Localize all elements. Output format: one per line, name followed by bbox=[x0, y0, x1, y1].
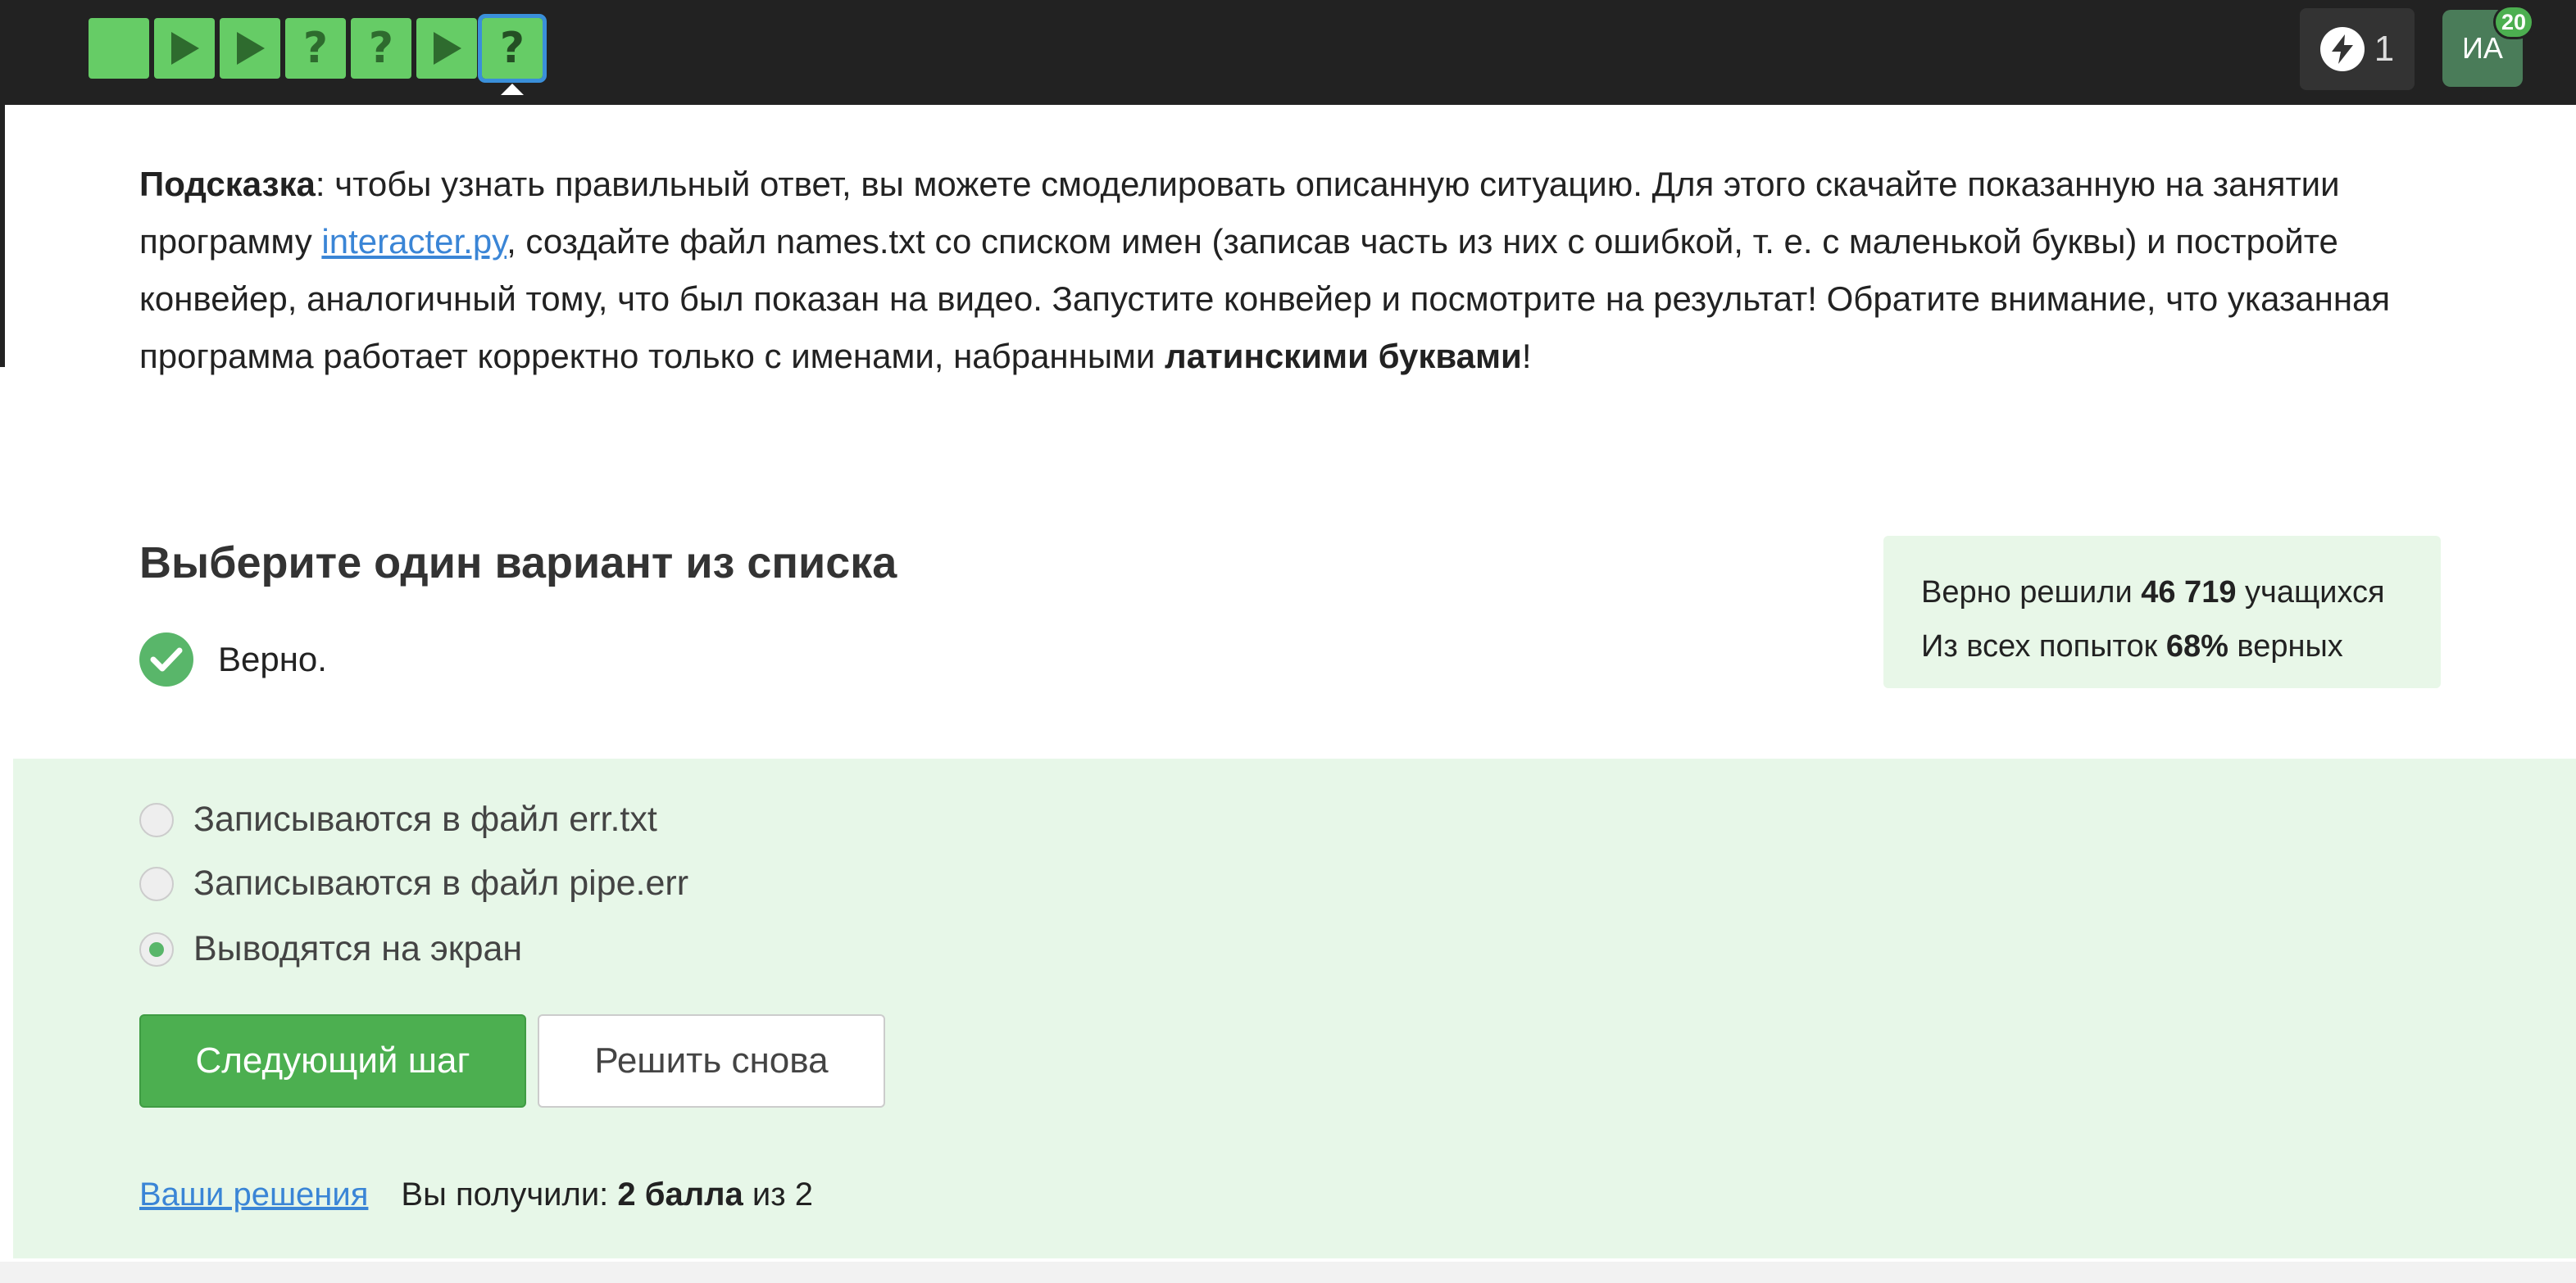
avatar-initials: ИА bbox=[2462, 31, 2503, 65]
option-screen[interactable]: Выводятся на экран bbox=[139, 929, 522, 969]
hint-paragraph: Подсказка: чтобы узнать правильный ответ… bbox=[139, 156, 2459, 385]
stats-solved-prefix: Верно решили bbox=[1921, 575, 2142, 610]
step-3-button[interactable] bbox=[220, 18, 280, 79]
interacter-link[interactable]: interacter.py bbox=[321, 222, 507, 261]
question-icon: ? bbox=[499, 24, 525, 73]
lesson-steps: ? ? ? bbox=[89, 14, 547, 95]
hint-bold-end: латинскими буквами bbox=[1165, 337, 1522, 375]
step-7-button-current[interactable]: ? bbox=[478, 14, 547, 95]
radio-button-checked[interactable] bbox=[139, 932, 174, 967]
next-step-button[interactable]: Следующий шаг bbox=[139, 1014, 526, 1108]
stats-box: Верно решили 46 719 учащихся Из всех поп… bbox=[1883, 536, 2441, 688]
score-suffix: из 2 bbox=[743, 1176, 813, 1213]
energy-count: 1 bbox=[2374, 29, 2395, 69]
play-icon bbox=[234, 30, 266, 66]
option-label: Записываются в файл pipe.err bbox=[193, 864, 689, 903]
lightning-icon bbox=[2319, 27, 2365, 71]
score-text: Вы получили: 2 балла из 2 bbox=[401, 1176, 813, 1213]
hint-label: Подсказка bbox=[139, 165, 316, 203]
option-err-txt[interactable]: Записываются в файл err.txt bbox=[139, 800, 657, 840]
stats-attempts-prefix: Из всех попыток bbox=[1921, 629, 2166, 664]
stats-attempts-suffix: верных bbox=[2228, 629, 2343, 664]
your-solutions-link[interactable]: Ваши решения bbox=[139, 1176, 368, 1213]
notification-badge: 20 bbox=[2493, 5, 2534, 39]
current-step-pointer bbox=[501, 84, 524, 95]
question-icon: ? bbox=[302, 24, 329, 73]
question-title: Выберите один вариант из списка bbox=[139, 538, 897, 587]
result-text: Верно. bbox=[218, 640, 327, 678]
energy-counter[interactable]: 1 bbox=[2300, 8, 2415, 90]
question-icon: ? bbox=[368, 24, 394, 73]
option-pipe-err[interactable]: Записываются в файл pipe.err bbox=[139, 864, 688, 904]
step-1-button[interactable] bbox=[89, 18, 149, 79]
stats-solved-line: Верно решили 46 719 учащихся bbox=[1921, 565, 2441, 619]
hint-text-3: ! bbox=[1521, 337, 1532, 375]
result-row: Верно. bbox=[139, 632, 327, 687]
step-5-button[interactable]: ? bbox=[351, 18, 411, 79]
check-icon bbox=[139, 632, 193, 687]
score-value: 2 балла bbox=[617, 1176, 743, 1213]
score-prefix: Вы получили: bbox=[401, 1176, 618, 1213]
stats-solved-suffix: учащихся bbox=[2236, 575, 2385, 610]
top-navigation-bar: ? ? ? 1 ИА 20 bbox=[0, 0, 2576, 105]
step-2-button[interactable] bbox=[154, 18, 215, 79]
play-icon bbox=[430, 30, 463, 66]
solve-again-button[interactable]: Решить снова bbox=[538, 1014, 885, 1108]
stats-attempts-line: Из всех попыток 68% верных bbox=[1921, 619, 2441, 673]
step-4-button[interactable]: ? bbox=[285, 18, 346, 79]
submission-footer: Ваши решения Вы получили: 2 балла из 2 bbox=[139, 1176, 813, 1213]
stats-solved-value: 46 719 bbox=[2141, 575, 2237, 610]
stats-attempts-value: 68% bbox=[2165, 629, 2228, 664]
step-6-button[interactable] bbox=[416, 18, 477, 79]
bottom-strip bbox=[0, 1262, 2576, 1283]
left-rail bbox=[0, 105, 5, 367]
play-icon bbox=[168, 30, 201, 66]
radio-button[interactable] bbox=[139, 866, 174, 901]
option-label: Выводятся на экран bbox=[193, 929, 523, 968]
radio-button[interactable] bbox=[139, 802, 174, 837]
option-label: Записываются в файл err.txt bbox=[193, 800, 657, 839]
